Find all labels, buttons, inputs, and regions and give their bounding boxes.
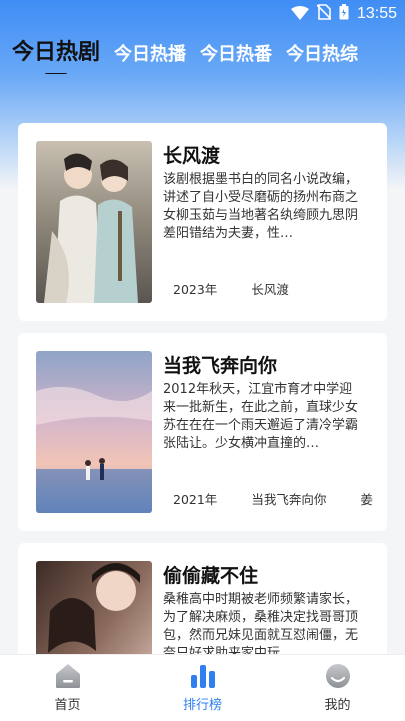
nav-home-label: 首页 [54, 698, 81, 713]
drama-description: 该剧根据墨书白的同名小说改编，讲述了自小受尽磨砺的扬州布商之女柳玉茹与当地著名纨… [163, 172, 359, 241]
tab-hot-anime[interactable]: 今日热番 [200, 40, 272, 74]
drama-tag: 长风渡 [251, 282, 289, 297]
tab-label: 今日热综 [286, 44, 359, 65]
tab-active-indicator [45, 73, 67, 74]
drama-year: 2023年 [173, 282, 218, 297]
tab-hot-drama[interactable]: 今日热剧 [12, 34, 100, 74]
poster-image [36, 351, 152, 513]
drama-title: 长风渡 [163, 145, 221, 167]
battery-icon [339, 4, 349, 24]
nav-profile-label: 我的 [324, 698, 351, 713]
nav-home[interactable]: 首页 [28, 663, 108, 713]
drama-year: 2021年 [173, 492, 218, 507]
drama-meta: 2021年 当我飞奔向你 姜 [173, 489, 387, 508]
tab-hot-variety[interactable]: 今日热综 [286, 40, 358, 74]
drama-title: 偷偷藏不住 [163, 565, 259, 587]
nav-profile[interactable]: 我的 [298, 663, 378, 713]
tab-bar: 今日热剧 今日热播 今日热番 今日热综 [0, 30, 405, 74]
drama-title: 当我飞奔向你 [163, 355, 278, 377]
drama-tag: 当我飞奔向你 [251, 492, 327, 507]
nav-ranking-label: 排行榜 [182, 698, 222, 713]
wifi-icon [290, 5, 309, 24]
status-bar: 13:55 [0, 0, 405, 28]
home-icon [54, 663, 82, 689]
drama-card[interactable]: 当我飞奔向你 2012年秋天，江宜市育才中学迎来一批新生，在此之前，直球少女苏在… [18, 333, 387, 531]
tab-hot-broadcast[interactable]: 今日热播 [114, 40, 186, 74]
nav-ranking[interactable]: 排行榜 [163, 663, 243, 713]
drama-description: 2012年秋天，江宜市育才中学迎来一批新生，在此之前，直球少女苏在在在一个雨天邂… [163, 382, 359, 451]
ranking-icon [189, 663, 217, 689]
status-time: 13:55 [356, 5, 397, 22]
drama-extra-tag: 姜 [360, 492, 373, 507]
drama-list: 长风渡 该剧根据墨书白的同名小说改编，讲述了自小受尽磨砺的扬州布商之女柳玉茹与当… [18, 123, 387, 721]
tab-label: 今日热剧 [12, 40, 101, 65]
drama-card[interactable]: 长风渡 该剧根据墨书白的同名小说改编，讲述了自小受尽磨砺的扬州布商之女柳玉茹与当… [18, 123, 387, 321]
no-sim-icon [316, 4, 332, 24]
profile-icon [324, 663, 352, 689]
bottom-navigation: 首页 排行榜 我的 [0, 654, 405, 721]
poster-image [36, 141, 152, 303]
tab-label: 今日热番 [200, 44, 273, 65]
drama-description: 桑稚高中时期被老师频繁请家长，为了解决麻烦，桑稚决定找哥哥顶包，然而兄妹见面就互… [163, 592, 359, 661]
tab-label: 今日热播 [114, 44, 187, 65]
drama-meta: 2023年 长风渡 [173, 279, 387, 298]
